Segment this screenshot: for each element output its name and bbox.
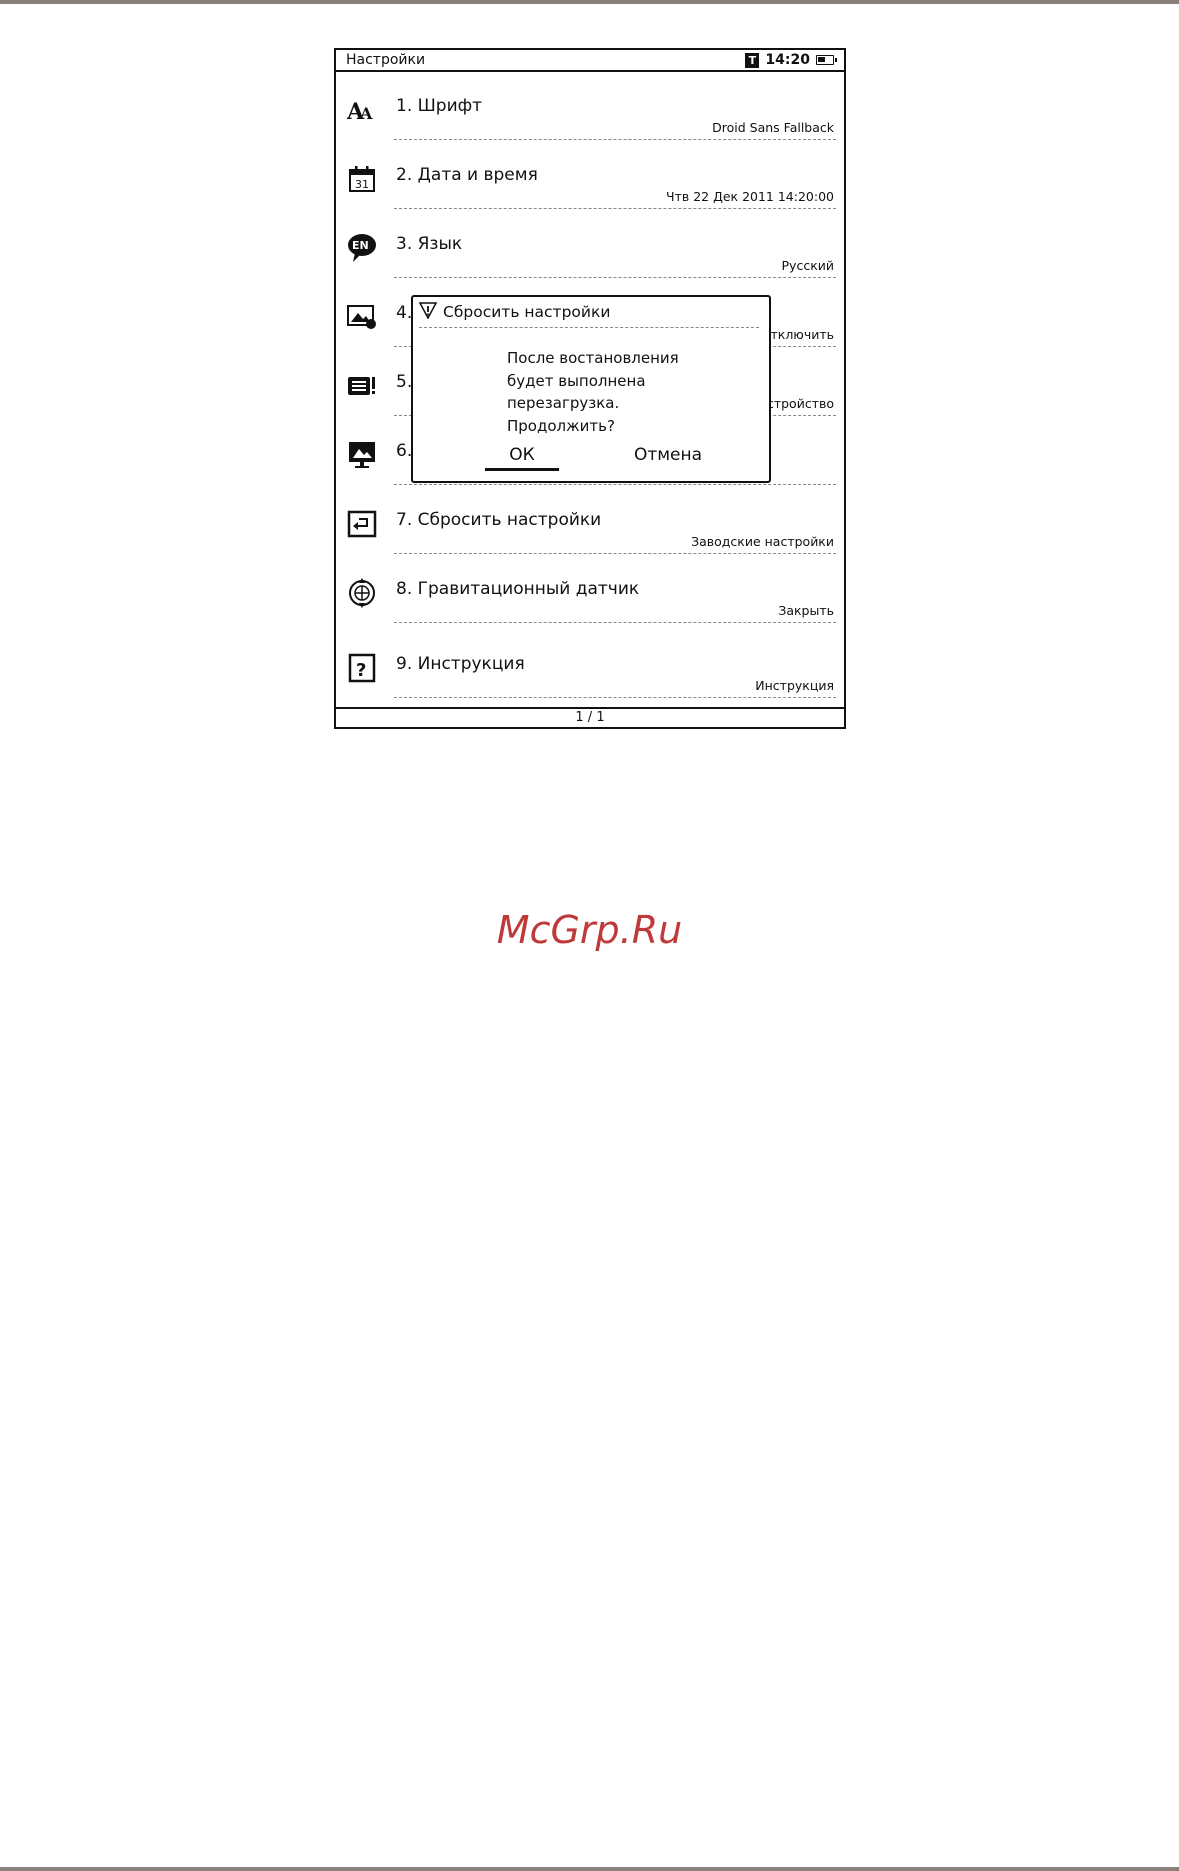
status-title: Настройки <box>346 52 426 68</box>
settings-item-value: Инструкция <box>755 678 834 693</box>
settings-item-value: Заводские настройки <box>691 534 834 549</box>
settings-item-title: 6. <box>396 441 413 461</box>
settings-item-title: 7. Сбросить настройки <box>396 510 602 530</box>
row-divider <box>394 139 836 140</box>
dialog-message-line: Продолжить? <box>507 416 615 435</box>
dialog-message: После востановления будет выполнена пере… <box>507 347 679 437</box>
settings-item-reset[interactable]: 7. Сбросить настройки Заводские настройк… <box>336 486 844 555</box>
row-divider <box>394 697 836 698</box>
warning-icon <box>418 301 438 323</box>
status-bar: Настройки T 14:20 <box>336 50 844 72</box>
page-bottom-border <box>0 1867 1179 1871</box>
row-divider <box>394 277 836 278</box>
settings-item-value: Русский <box>781 258 834 273</box>
font-icon: AA <box>346 94 378 126</box>
dialog-header: Сбросить настройки <box>418 301 611 323</box>
settings-item-title: 2. Дата и время <box>396 165 538 185</box>
page-top-border <box>0 0 1179 4</box>
settings-item-value: Закрыть <box>778 603 834 618</box>
settings-item-value: тключить <box>770 327 834 342</box>
settings-item-title: 3. Язык <box>396 234 463 254</box>
settings-item-value: Droid Sans Fallback <box>712 120 834 135</box>
row-divider <box>394 622 836 623</box>
dialog-message-line: будет выполнена <box>507 371 646 390</box>
dialog-divider <box>419 327 759 328</box>
cancel-button[interactable]: Отмена <box>623 443 713 471</box>
settings-item-title: 4. <box>396 303 413 323</box>
svg-text:A: A <box>359 104 373 123</box>
svg-text:EN: EN <box>352 239 369 252</box>
settings-item-gravity-sensor[interactable]: 8. Гравитационный датчик Закрыть <box>336 555 844 624</box>
row-divider <box>394 553 836 554</box>
settings-item-title: 5. <box>396 372 413 392</box>
dialog-message-line: После востановления <box>507 349 679 367</box>
dialog-title: Сбросить настройки <box>443 303 611 321</box>
settings-item-date-time[interactable]: 31 2. Дата и время Чтв 22 Дек 2011 14:20… <box>336 141 844 210</box>
t-badge-icon: T <box>745 52 760 68</box>
storage-icon <box>346 370 378 402</box>
ok-button[interactable]: ОК <box>485 443 559 471</box>
settings-item-instructions[interactable]: ? 9. Инструкция Инструкция <box>336 624 844 698</box>
clock: 14:20 <box>765 52 810 68</box>
calendar-icon: 31 <box>346 163 378 195</box>
battery-icon <box>816 55 837 65</box>
language-icon: EN <box>346 232 378 264</box>
gravity-sensor-icon <box>346 577 378 609</box>
settings-item-title: 9. Инструкция <box>396 654 525 674</box>
watermark: McGrp.Ru <box>496 908 683 952</box>
svg-text:?: ? <box>356 660 366 681</box>
settings-item-value: Чтв 22 Дек 2011 14:20:00 <box>666 189 834 204</box>
settings-item-title: 8. Гравитационный датчик <box>396 579 640 599</box>
screensaver-icon <box>346 439 378 471</box>
reset-confirm-dialog: Сбросить настройки После востановления б… <box>411 295 771 483</box>
settings-item-title: 1. Шрифт <box>396 96 483 116</box>
dialog-message-line: перезагрузка. <box>507 394 620 412</box>
page-indicator: 1 / 1 <box>336 707 844 727</box>
image-settings-icon <box>346 301 378 333</box>
row-divider <box>394 484 836 485</box>
reset-icon <box>346 508 378 540</box>
status-indicators: T 14:20 <box>745 52 837 68</box>
settings-item-language[interactable]: EN 3. Язык Русский <box>336 210 844 279</box>
help-icon: ? <box>346 652 378 684</box>
settings-item-font[interactable]: AA 1. Шрифт Droid Sans Fallback <box>336 72 844 141</box>
row-divider <box>394 208 836 209</box>
settings-item-value: стройство <box>766 396 834 411</box>
svg-text:31: 31 <box>355 178 369 191</box>
